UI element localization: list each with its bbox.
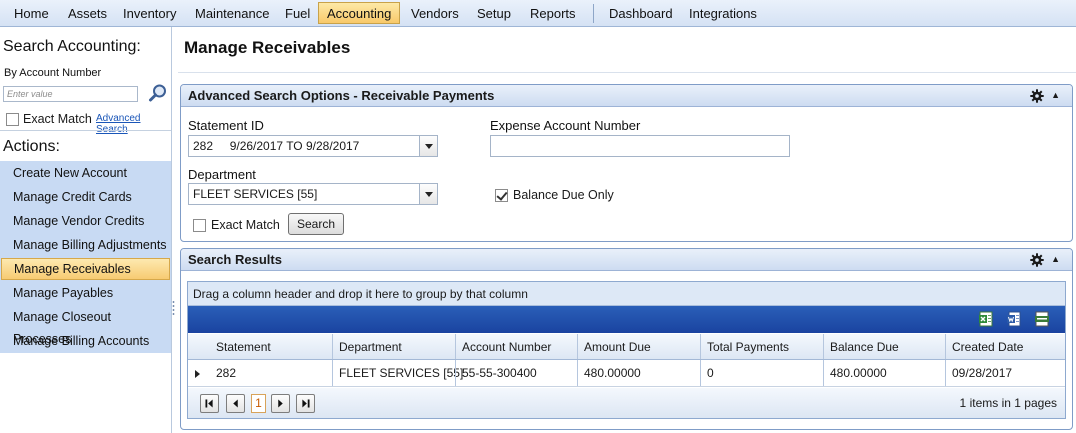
current-page-number[interactable]: 1 [251, 394, 266, 413]
cell-balance-due: 480.00000 [823, 360, 945, 386]
expense-account-input[interactable] [490, 135, 790, 157]
balance-due-only-checkbox[interactable] [495, 188, 508, 202]
collapse-arrow-icon[interactable]: ▲ [1051, 88, 1060, 102]
action-manage-payables[interactable]: Manage Payables [1, 282, 170, 304]
action-manage-receivables[interactable]: Manage Receivables [1, 258, 170, 280]
results-grid: Drag a column header and drop it here to… [187, 281, 1066, 419]
search-results-panel-title: Search Results [188, 252, 282, 267]
menu-accounting[interactable]: Accounting [318, 2, 401, 24]
search-results-panel-header[interactable]: Search Results ▲ [181, 249, 1072, 271]
department-select[interactable]: FLEET SERVICES [55] [188, 183, 438, 205]
advanced-search-panel: Advanced Search Options - Receivable Pay… [180, 84, 1073, 242]
pager-summary: 1 items in 1 pages [960, 388, 1057, 418]
gear-icon[interactable] [1030, 89, 1044, 103]
col-header-department[interactable]: Department [332, 334, 455, 359]
word-export-icon[interactable] [1006, 311, 1022, 327]
excel-export-icon[interactable] [978, 311, 994, 327]
statement-id-select[interactable]: 282 9/26/2017 TO 9/28/2017 [188, 135, 438, 157]
col-header-created-date[interactable]: Created Date [945, 334, 1065, 359]
action-manage-credit-cards[interactable]: Manage Credit Cards [1, 186, 170, 208]
menu-separator [593, 4, 594, 23]
action-manage-billing-adjustments[interactable]: Manage Billing Adjustments [1, 234, 170, 256]
gear-icon[interactable] [1030, 253, 1044, 267]
exact-match-checkbox[interactable] [193, 218, 206, 232]
action-manage-billing-accounts[interactable]: Manage Billing Accounts [1, 330, 170, 352]
col-header-account-number[interactable]: Account Number [455, 334, 577, 359]
grid-pager: 1 1 items in 1 pages [188, 388, 1065, 418]
expense-account-label: Expense Account Number [490, 118, 641, 133]
menu-home[interactable]: Home [5, 2, 58, 24]
prev-page-icon[interactable] [226, 394, 245, 413]
next-page-icon[interactable] [271, 394, 290, 413]
export-toolbar [188, 306, 1065, 333]
menu-maintenance[interactable]: Maintenance [186, 2, 278, 24]
exact-match-label: Exact Match [211, 218, 280, 232]
department-value: FLEET SERVICES [55] [193, 187, 318, 201]
menu-inventory[interactable]: Inventory [114, 2, 185, 24]
search-results-panel: Search Results ▲ Drag a column header an… [180, 248, 1073, 430]
group-by-panel[interactable]: Drag a column header and drop it here to… [188, 282, 1065, 306]
chevron-down-icon[interactable] [419, 136, 437, 156]
menu-dashboard[interactable]: Dashboard [600, 2, 682, 24]
main-menu-bar: Home Assets Inventory Maintenance Fuel A… [0, 0, 1076, 27]
col-header-amount-due[interactable]: Amount Due [577, 334, 700, 359]
search-by-label: By Account Number [4, 67, 102, 79]
statement-id-label: Statement ID [188, 118, 264, 133]
menu-setup[interactable]: Setup [468, 2, 520, 24]
cell-total-payments: 0 [700, 360, 823, 386]
sidebar-exact-match-label: Exact Match [23, 112, 92, 126]
magnifier-icon[interactable] [148, 83, 168, 103]
menu-fuel[interactable]: Fuel [276, 2, 319, 24]
title-divider [178, 72, 1076, 73]
advanced-search-panel-title: Advanced Search Options - Receivable Pay… [188, 88, 495, 103]
cell-department: FLEET SERVICES [55] [332, 360, 463, 386]
pager-pages-text: pages [1024, 396, 1057, 410]
action-create-new-account[interactable]: Create New Account [1, 162, 170, 184]
statement-id-value: 282 9/26/2017 TO 9/28/2017 [193, 139, 360, 153]
advanced-search-link[interactable]: Advanced Search [96, 113, 171, 135]
cell-account-number: 55-55-300400 [455, 360, 577, 386]
collapse-arrow-icon[interactable]: ▲ [1051, 252, 1060, 266]
grid-header-row: Statement Department Account Number Amou… [188, 334, 1065, 360]
actions-heading: Actions: [3, 138, 60, 155]
search-accounting-heading: Search Accounting: [3, 38, 141, 55]
col-header-statement[interactable]: Statement [210, 334, 332, 359]
col-header-total-payments[interactable]: Total Payments [700, 334, 823, 359]
exact-match-option[interactable]: Exact Match [193, 217, 280, 233]
sidebar-exact-match[interactable]: Exact Match [6, 111, 92, 127]
sidebar: Search Accounting: By Account Number Exa… [0, 27, 172, 433]
table-row[interactable]: 282 FLEET SERVICES [55] 55-55-300400 480… [188, 360, 1065, 387]
col-header-balance-due[interactable]: Balance Due [823, 334, 945, 359]
balance-due-only-label: Balance Due Only [513, 188, 614, 202]
advanced-search-panel-header[interactable]: Advanced Search Options - Receivable Pay… [181, 85, 1072, 107]
menu-vendors[interactable]: Vendors [402, 2, 468, 24]
cell-statement: 282 [216, 366, 237, 380]
menu-assets[interactable]: Assets [59, 2, 116, 24]
action-manage-closeout-processes[interactable]: Manage Closeout Processes [1, 306, 170, 346]
search-button[interactable]: Search [288, 213, 344, 235]
sidebar-splitter[interactable] [172, 300, 175, 316]
pager-items-in-text: items in [969, 396, 1011, 410]
account-number-search-input[interactable] [3, 86, 138, 102]
sidebar-divider [0, 130, 171, 131]
page-title: Manage Receivables [184, 38, 351, 57]
row-indicator-icon [195, 370, 200, 378]
first-page-icon[interactable] [200, 394, 219, 413]
cell-created-date: 09/28/2017 [945, 360, 1065, 386]
balance-due-only-option[interactable]: Balance Due Only [495, 187, 614, 203]
last-page-icon[interactable] [296, 394, 315, 413]
chevron-down-icon[interactable] [419, 184, 437, 204]
menu-reports[interactable]: Reports [521, 2, 585, 24]
actions-list: Create New Account Manage Credit Cards M… [0, 161, 171, 353]
department-label: Department [188, 167, 256, 182]
pager-pages-count: 1 [1014, 396, 1021, 410]
sidebar-exact-match-checkbox[interactable] [6, 112, 19, 126]
menu-integrations[interactable]: Integrations [680, 2, 766, 24]
cell-amount-due: 480.00000 [577, 360, 700, 386]
csv-export-icon[interactable] [1034, 311, 1050, 327]
action-manage-vendor-credits[interactable]: Manage Vendor Credits [1, 210, 170, 232]
